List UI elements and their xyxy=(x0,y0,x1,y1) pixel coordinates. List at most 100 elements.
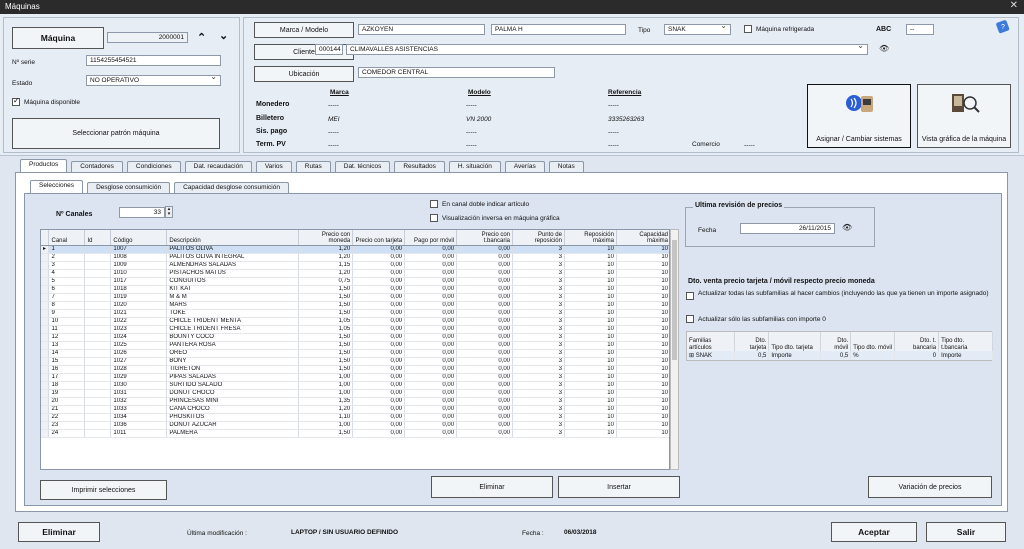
update-zero-checkbox[interactable] xyxy=(686,315,694,323)
row-indicator[interactable]: ▸ xyxy=(41,245,50,254)
brand-model-button[interactable]: Marca / Modelo xyxy=(254,22,354,38)
exit-button[interactable]: Salir xyxy=(926,522,1006,542)
table-row[interactable]: 15 1027 BONY 1,50 0,00 0,00 0,00 3 10 10 xyxy=(41,357,669,366)
row-indicator[interactable] xyxy=(41,253,50,262)
row-indicator[interactable] xyxy=(41,357,50,366)
col-punto-reposicion[interactable]: Punto de reposición xyxy=(512,230,565,246)
tab-situacion[interactable]: H. situación xyxy=(448,161,501,172)
row-indicator[interactable] xyxy=(41,293,50,302)
tab-varios[interactable]: Varios xyxy=(255,161,292,172)
table-row[interactable]: 23 1036 DONUT AZUCAR 1,00 0,00 0,00 0,00 3 10 10 xyxy=(41,421,669,430)
subtab-desglose[interactable]: Desglose consumición xyxy=(87,182,171,193)
col-familias[interactable]: Familias artículos xyxy=(687,332,736,351)
select-pattern-button[interactable]: Seleccionar patrón máquina xyxy=(12,118,220,149)
col-reposicion-maxima[interactable]: Reposición máxima xyxy=(564,230,617,246)
table-row[interactable]: 8 1020 MARS 1,50 0,00 0,00 0,00 3 10 10 xyxy=(41,301,669,310)
table-row[interactable]: 7 1019 M & M 1,50 0,00 0,00 0,00 3 10 10 xyxy=(41,293,669,302)
row-indicator[interactable] xyxy=(41,405,50,414)
tab-condiciones[interactable]: Condiciones xyxy=(126,161,181,172)
row-indicator[interactable] xyxy=(41,341,50,350)
price-variation-button[interactable]: Variación de precios xyxy=(868,476,992,498)
inverse-view-checkbox[interactable] xyxy=(430,214,438,222)
row-indicator[interactable] xyxy=(41,397,50,406)
assign-systems-button[interactable]: Asignar / Cambiar sistemas xyxy=(807,84,911,148)
update-all-checkbox[interactable] xyxy=(686,292,694,300)
table-row[interactable]: 6 1018 KIT KAT 1,50 0,00 0,00 0,00 3 10 10 xyxy=(41,285,669,294)
delete-selection-button[interactable]: Eliminar xyxy=(431,476,553,498)
row-indicator[interactable] xyxy=(41,301,50,310)
table-row[interactable]: 22 1034 PHOSKITOS 1,10 0,00 0,00 0,00 3 10 10 xyxy=(41,413,669,422)
expand-icon[interactable]: ⊞ xyxy=(689,353,696,359)
row-indicator[interactable] xyxy=(41,413,50,422)
tab-resultados[interactable]: Resultados xyxy=(394,161,445,172)
tab-recaudacion[interactable]: Dat. recaudación xyxy=(184,161,252,172)
chevron-up-icon[interactable]: ⌃ xyxy=(197,31,206,44)
close-icon[interactable]: ✕ xyxy=(1010,0,1018,11)
col-capacidad-maxima[interactable]: Capacidad máxima xyxy=(616,230,669,246)
table-row[interactable]: 21 1033 CAÑA CHOCO 1,20 0,00 0,00 0,00 3 10 10 xyxy=(41,405,669,414)
selections-scrollbar[interactable] xyxy=(670,229,679,470)
tab-tecnicos[interactable]: Dat. técnicos xyxy=(334,161,391,172)
tab-rutas[interactable]: Rutas xyxy=(295,161,331,172)
row-indicator[interactable] xyxy=(41,261,50,270)
col-dto-tarjeta[interactable]: Dto. tarjeta xyxy=(734,332,770,351)
col-precio-moneda[interactable]: Precio con moneda xyxy=(298,230,354,246)
machine-button[interactable]: Máquina xyxy=(12,27,104,49)
location-button[interactable]: Ubicación xyxy=(254,66,354,82)
row-indicator[interactable] xyxy=(41,277,50,286)
type-select[interactable]: SNAK xyxy=(664,24,731,35)
col-dto-bancaria[interactable]: Dto. t. bancaria xyxy=(894,332,940,351)
eye-icon[interactable]: 👁 xyxy=(879,44,889,53)
table-row[interactable]: ▸ 1 1007 PALITOS OLIVA 1,20 0,00 0,00 0,00 3 10 10 xyxy=(41,245,669,254)
tab-contadores[interactable]: Contadores xyxy=(71,161,123,172)
col-descripcion[interactable]: Descripción xyxy=(166,230,300,246)
table-row[interactable]: 4 1010 PISTACHOS MATUS 1,20 0,00 0,00 0,00 3 10 1… xyxy=(41,269,669,278)
accept-button[interactable]: Aceptar xyxy=(831,522,917,542)
table-row[interactable]: 3 1009 ALMENDRAS SALADAS 1,15 0,00 0,00 0,00 3 1… xyxy=(41,261,669,270)
subtab-selecciones[interactable]: Selecciones xyxy=(30,180,84,193)
tab-productos[interactable]: Productos xyxy=(20,159,68,172)
col-tipo-dto-tarjeta[interactable]: Tipo dto. tarjeta xyxy=(768,332,822,351)
row-indicator[interactable] xyxy=(41,365,50,374)
row-indicator[interactable] xyxy=(41,421,50,430)
fridge-checkbox[interactable] xyxy=(744,25,752,33)
table-row[interactable]: 20 1032 PRINCESAS MINI 1,35 0,00 0,00 0,00 3 10 1… xyxy=(41,397,669,406)
col-precio-bancaria[interactable]: Precio con t.bancaria xyxy=(456,230,514,246)
table-row[interactable]: 19 1031 DONUT CHOCO 1,00 0,00 0,00 0,00 3 10 10 xyxy=(41,389,669,398)
row-indicator[interactable] xyxy=(41,285,50,294)
footer-delete-button[interactable]: Eliminar xyxy=(18,522,100,542)
table-row[interactable]: 24 1011 PALMERA 1,50 0,00 0,00 0,00 3 10 10 xyxy=(41,429,669,438)
chevron-down-icon[interactable]: ⌄ xyxy=(219,29,228,42)
col-precio-tarjeta[interactable]: Precio con tarjeta xyxy=(352,230,406,246)
state-select[interactable]: NO OPERATIVO xyxy=(86,75,221,86)
table-row[interactable]: 12 1024 BOUNTY COCO 1,50 0,00 0,00 0,00 3 10 10 xyxy=(41,333,669,342)
row-indicator[interactable] xyxy=(41,381,50,390)
col-codigo[interactable]: Código xyxy=(110,230,168,246)
channels-stepper[interactable]: ▴ ▾ xyxy=(165,206,173,218)
available-checkbox[interactable] xyxy=(12,96,20,106)
client-select[interactable]: CLIMAVALLES ASISTENCIAS xyxy=(346,44,868,55)
row-indicator[interactable] xyxy=(41,373,50,382)
row-indicator[interactable] xyxy=(41,389,50,398)
col-pago-movil[interactable]: Pago por móvil xyxy=(404,230,458,246)
table-row[interactable]: 14 1026 OREO 1,50 0,00 0,00 0,00 3 10 10 xyxy=(41,349,669,358)
graphic-view-button[interactable]: Vista gráfica de la máquina xyxy=(917,84,1011,148)
row-indicator[interactable] xyxy=(41,269,50,278)
eye-icon[interactable]: 👁 xyxy=(842,223,852,232)
row-indicator[interactable] xyxy=(41,349,50,358)
scrollbar-thumb[interactable] xyxy=(672,240,677,360)
col-canal[interactable]: Canal xyxy=(48,230,86,246)
col-dto-movil[interactable]: Dto. móvil xyxy=(820,332,852,351)
table-row[interactable]: 10 1022 CHICLE TRIDENT MENTA 1,05 0,00 0,00 0,… xyxy=(41,317,669,326)
subtab-capacidad[interactable]: Capacidad desglose consumición xyxy=(174,182,289,193)
tab-averias[interactable]: Averías xyxy=(504,161,545,172)
table-row[interactable]: 13 1025 PANTERA ROSA 1,50 0,00 0,00 0,00 3 10 10 xyxy=(41,341,669,350)
tab-notas[interactable]: Notas xyxy=(548,161,584,172)
table-row[interactable]: 5 1017 CONGUITOS 0,75 0,00 0,00 0,00 3 10 10 xyxy=(41,277,669,286)
discount-row[interactable]: ⊞ SNAK 0,5 Importe 0,5 % 0 Importe xyxy=(687,351,993,360)
col-id[interactable]: Id xyxy=(84,230,112,246)
table-row[interactable]: 17 1029 PIPAS SALADAS 1,00 0,00 0,00 0,00 3 10 10 xyxy=(41,373,669,382)
row-indicator[interactable] xyxy=(41,333,50,342)
channels-input[interactable]: 33 xyxy=(119,207,165,218)
serial-input[interactable]: 1154255454521 xyxy=(86,55,221,66)
